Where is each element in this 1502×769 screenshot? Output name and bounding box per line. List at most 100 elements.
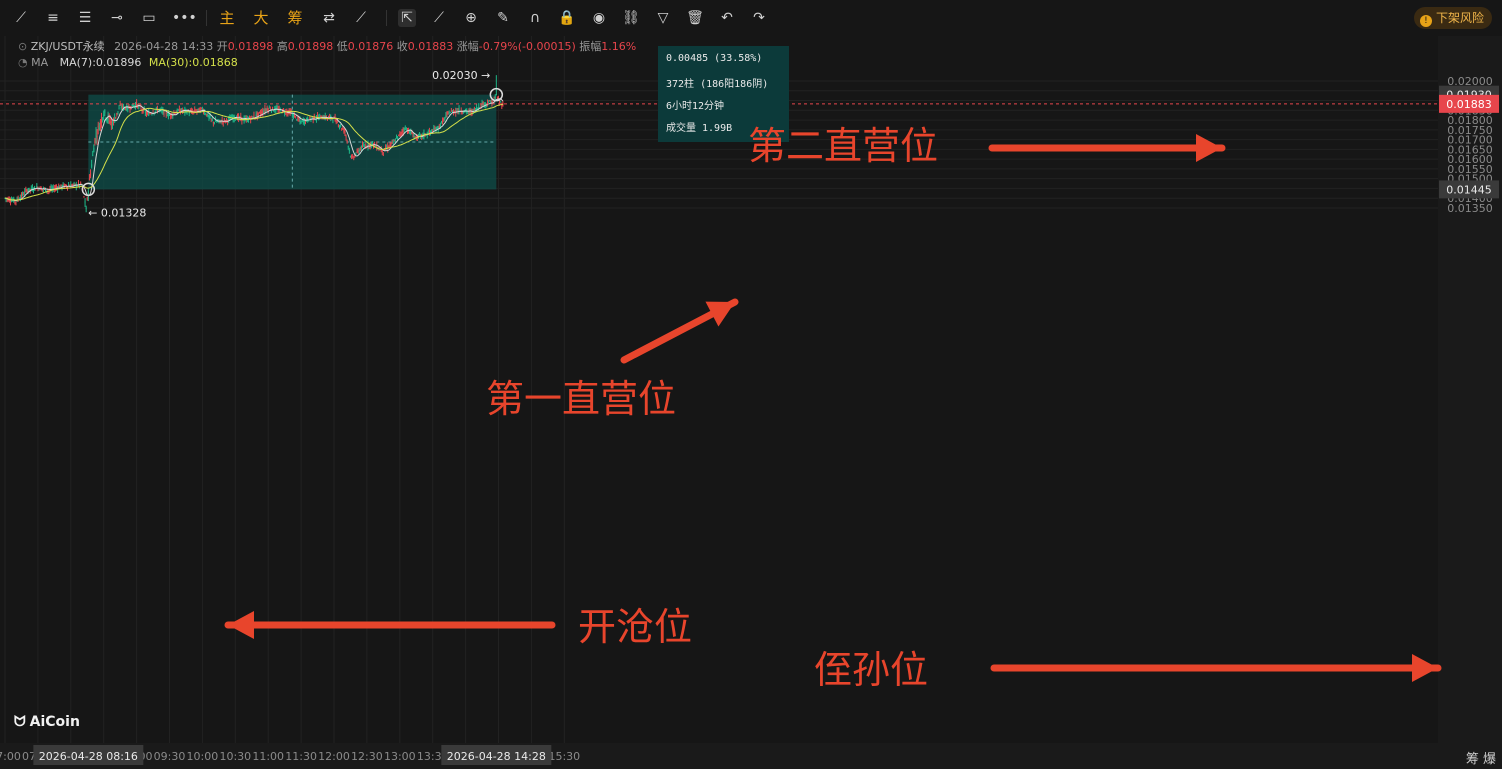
candle-body bbox=[151, 113, 153, 115]
candle-body bbox=[129, 108, 131, 110]
chip-distribution-button[interactable]: 筹 bbox=[286, 9, 304, 27]
candle-body bbox=[88, 178, 90, 181]
settings-icon[interactable]: ⊙ bbox=[18, 40, 27, 53]
candle-body bbox=[115, 116, 117, 118]
candle-body bbox=[101, 118, 103, 123]
time-cursor-left-label: 2026-04-28 08:16 bbox=[39, 750, 138, 763]
candle-body bbox=[64, 184, 66, 186]
low-price-marker: ← 0.01328 bbox=[88, 206, 146, 219]
candle-body bbox=[9, 201, 11, 203]
candle-body bbox=[477, 107, 479, 109]
candle-body bbox=[391, 141, 393, 143]
box-bottom-price-label: 0.01445 bbox=[1446, 183, 1492, 196]
x-tick-label: 10:00 bbox=[187, 750, 219, 763]
close-label: 收 bbox=[396, 40, 408, 53]
candle-body bbox=[92, 154, 94, 156]
brush-icon[interactable]: ✎ bbox=[494, 9, 512, 27]
candle-body bbox=[110, 121, 112, 124]
footer-buttons[interactable]: 筹 爆 bbox=[1466, 748, 1496, 767]
main-indicator-button[interactable]: 主 bbox=[218, 9, 236, 27]
large-order-button[interactable]: 大 bbox=[252, 9, 270, 27]
candle-body bbox=[216, 121, 218, 123]
candle-body bbox=[207, 113, 209, 117]
candle-body bbox=[30, 187, 32, 190]
candle-body bbox=[443, 118, 445, 120]
compare-icon[interactable]: ⇄ bbox=[320, 9, 338, 27]
horizontal-lines-icon[interactable]: ☰ bbox=[76, 9, 94, 27]
candle-body bbox=[363, 145, 365, 147]
cursor-select-icon[interactable]: ⇱ bbox=[398, 9, 416, 27]
ma7-value: MA(7):0.01896 bbox=[59, 56, 142, 69]
candle-body bbox=[439, 125, 441, 127]
candle-body bbox=[96, 135, 98, 138]
rectangle-icon[interactable]: ▭ bbox=[140, 9, 158, 27]
candle-body bbox=[336, 121, 338, 123]
redo-icon[interactable]: ↷ bbox=[750, 9, 768, 27]
trash-icon[interactable]: 🗑 bbox=[686, 9, 704, 27]
candle-body bbox=[342, 128, 344, 130]
candle-body bbox=[255, 114, 257, 117]
amplitude-label: 振幅 bbox=[579, 40, 602, 53]
candle-body bbox=[148, 112, 150, 116]
candle-body bbox=[473, 108, 475, 110]
lock-icon[interactable]: 🔒 bbox=[558, 9, 576, 27]
candle-body bbox=[489, 100, 491, 102]
candle-body bbox=[346, 140, 348, 142]
eye-icon[interactable]: ◉ bbox=[590, 9, 608, 27]
candle-body bbox=[226, 118, 228, 120]
candle-body bbox=[211, 119, 213, 121]
candle-body bbox=[261, 111, 263, 114]
candle-body bbox=[145, 112, 147, 115]
measure-duration: 6小时12分钟 bbox=[666, 101, 725, 112]
magnet-icon[interactable]: ∩ bbox=[526, 9, 544, 27]
candle-body bbox=[467, 111, 469, 113]
link-icon[interactable]: ⛓ bbox=[622, 9, 640, 27]
candle-body bbox=[341, 128, 343, 130]
candle-body bbox=[413, 135, 415, 137]
candle-body bbox=[264, 108, 266, 112]
filter-icon[interactable]: ▽ bbox=[654, 9, 672, 27]
candle-body bbox=[33, 190, 35, 192]
horizontal-ray-icon[interactable]: ⊸ bbox=[108, 9, 126, 27]
high-label: 高 bbox=[276, 40, 288, 53]
candle-body bbox=[91, 164, 93, 167]
more-shapes-icon[interactable]: ••• bbox=[172, 9, 197, 27]
magic-icon[interactable]: ⟋ bbox=[352, 9, 370, 27]
candle-body bbox=[358, 150, 360, 152]
candle-body bbox=[24, 191, 26, 194]
candle-body bbox=[450, 110, 452, 112]
candle-body bbox=[119, 104, 121, 106]
candle-body bbox=[362, 145, 364, 148]
candle-body bbox=[332, 120, 334, 122]
candle-body bbox=[309, 116, 311, 119]
ruler-icon[interactable]: ⟋ bbox=[430, 9, 448, 27]
candle-body bbox=[273, 110, 275, 112]
candle-body bbox=[345, 135, 347, 137]
candle-body bbox=[116, 112, 118, 115]
annotation-first-level: 第一直营位 bbox=[486, 377, 677, 421]
measure-change: 0.00485 (33.58%) bbox=[666, 53, 763, 64]
parallel-lines-icon[interactable]: ≡ bbox=[44, 9, 62, 27]
zoom-icon[interactable]: ⊕ bbox=[462, 9, 480, 27]
undo-icon[interactable]: ↶ bbox=[718, 9, 736, 27]
candle-body bbox=[86, 197, 88, 200]
candle-body bbox=[102, 117, 104, 120]
candle-body bbox=[83, 196, 85, 198]
annotation-stop-level: 侄孙位 bbox=[814, 648, 929, 692]
current-price-label: 0.01883 bbox=[1446, 98, 1492, 111]
candle-body bbox=[34, 186, 36, 188]
candle-body bbox=[206, 113, 208, 116]
amplitude-value: 1.16% bbox=[601, 40, 637, 53]
candle-body bbox=[173, 112, 175, 114]
candle-body bbox=[268, 107, 270, 109]
trend-line-icon[interactable]: ⟋ bbox=[12, 9, 30, 27]
delisting-risk-badge[interactable]: ! 下架风险 bbox=[1413, 7, 1492, 29]
candle-body bbox=[95, 134, 97, 137]
candle-body bbox=[121, 105, 123, 108]
candle-body bbox=[431, 130, 433, 132]
candle-body bbox=[251, 115, 253, 117]
bell-icon[interactable]: ◔ bbox=[18, 56, 28, 69]
candle-body bbox=[136, 102, 138, 106]
x-tick-label: 11:30 bbox=[285, 750, 317, 763]
candle-body bbox=[359, 148, 361, 150]
